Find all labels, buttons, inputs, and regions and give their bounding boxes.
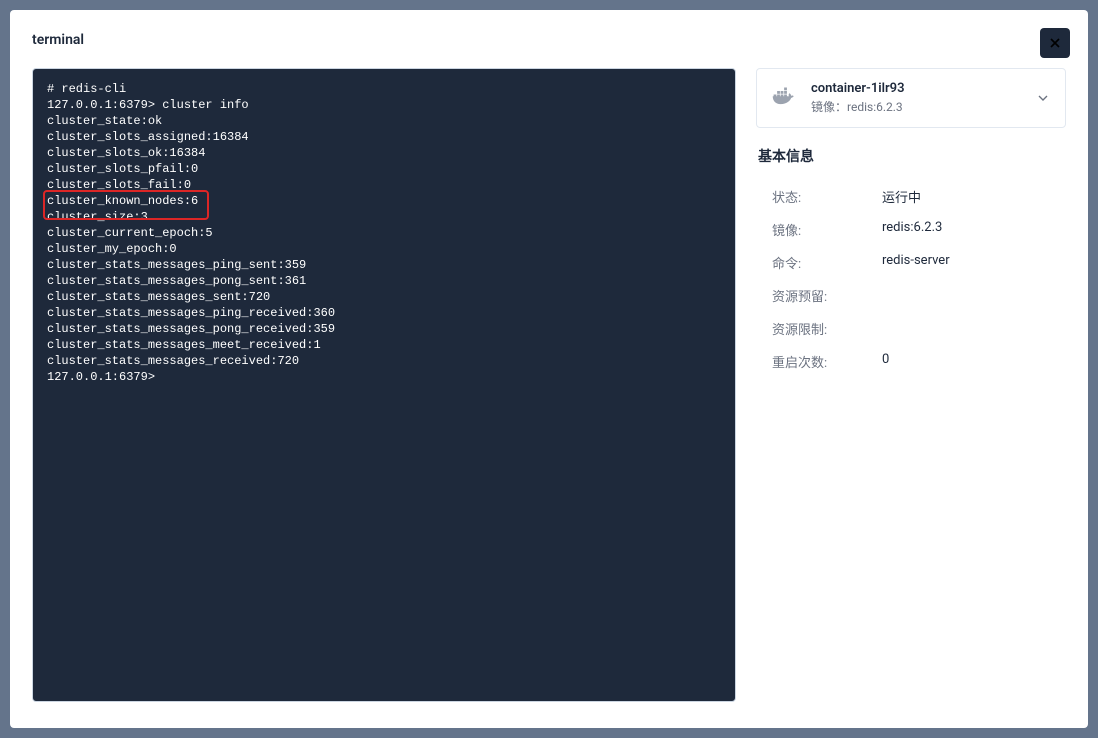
info-value bbox=[882, 286, 1062, 305]
close-icon bbox=[1047, 35, 1063, 51]
container-name: container-1ilr93 bbox=[811, 81, 1023, 96]
terminal-modal: terminal # redis-cli127.0.0.1:6379> clus… bbox=[10, 10, 1088, 728]
terminal-output[interactable]: # redis-cli127.0.0.1:6379> cluster infoc… bbox=[32, 68, 736, 702]
info-label: 命令: bbox=[772, 253, 882, 272]
info-row: 状态:运行中 bbox=[756, 180, 1066, 213]
info-row: 资源限制: bbox=[756, 312, 1066, 345]
info-section-title: 基本信息 bbox=[756, 146, 1066, 166]
terminal-line: cluster_slots_ok:16384 bbox=[47, 145, 721, 161]
info-row: 重启次数:0 bbox=[756, 345, 1066, 378]
container-card[interactable]: container-1ilr93 镜像：redis:6.2.3 bbox=[756, 68, 1066, 128]
terminal-line: cluster_stats_messages_ping_received:360 bbox=[47, 305, 721, 321]
terminal-line: 127.0.0.1:6379> bbox=[47, 369, 721, 385]
container-info: container-1ilr93 镜像：redis:6.2.3 bbox=[811, 81, 1023, 115]
terminal-line: cluster_stats_messages_meet_received:1 bbox=[47, 337, 721, 353]
info-label: 重启次数: bbox=[772, 352, 882, 371]
info-row: 资源预留: bbox=[756, 279, 1066, 312]
terminal-line: cluster_stats_messages_pong_received:359 bbox=[47, 321, 721, 337]
terminal-line: cluster_slots_pfail:0 bbox=[47, 161, 721, 177]
terminal-line: cluster_known_nodes:6 bbox=[47, 193, 721, 209]
terminal-line: cluster_stats_messages_received:720 bbox=[47, 353, 721, 369]
terminal-line: cluster_stats_messages_ping_sent:359 bbox=[47, 257, 721, 273]
docker-icon bbox=[771, 86, 799, 110]
modal-title: terminal bbox=[32, 32, 1066, 48]
info-value: 0 bbox=[882, 352, 1062, 371]
info-row: 命令:redis-server bbox=[756, 246, 1066, 279]
close-button[interactable] bbox=[1040, 28, 1070, 58]
terminal-line: cluster_slots_assigned:16384 bbox=[47, 129, 721, 145]
info-value bbox=[882, 319, 1062, 338]
info-label: 资源预留: bbox=[772, 286, 882, 305]
info-row: 镜像:redis:6.2.3 bbox=[756, 213, 1066, 246]
modal-content: # redis-cli127.0.0.1:6379> cluster infoc… bbox=[32, 68, 1066, 702]
terminal-line: # redis-cli bbox=[47, 81, 721, 97]
terminal-line: cluster_state:ok bbox=[47, 113, 721, 129]
container-subtitle: 镜像：redis:6.2.3 bbox=[811, 98, 1023, 115]
container-sub-value: redis:6.2.3 bbox=[847, 100, 903, 114]
terminal-line: cluster_slots_fail:0 bbox=[47, 177, 721, 193]
terminal-line: cluster_my_epoch:0 bbox=[47, 241, 721, 257]
terminal-line: cluster_size:3 bbox=[47, 209, 721, 225]
info-value: redis:6.2.3 bbox=[882, 220, 1062, 239]
info-rows: 状态:运行中镜像:redis:6.2.3命令:redis-server资源预留:… bbox=[756, 180, 1066, 378]
info-value: redis-server bbox=[882, 253, 1062, 272]
info-label: 资源限制: bbox=[772, 319, 882, 338]
side-panel: container-1ilr93 镜像：redis:6.2.3 基本信息 状态:… bbox=[756, 68, 1066, 702]
terminal-line: 127.0.0.1:6379> cluster info bbox=[47, 97, 721, 113]
info-label: 镜像: bbox=[772, 220, 882, 239]
container-sub-prefix: 镜像： bbox=[811, 100, 847, 114]
terminal-line: cluster_stats_messages_pong_sent:361 bbox=[47, 273, 721, 289]
info-value: 运行中 bbox=[882, 187, 1062, 206]
terminal-line: cluster_current_epoch:5 bbox=[47, 225, 721, 241]
info-label: 状态: bbox=[772, 187, 882, 206]
terminal-line: cluster_stats_messages_sent:720 bbox=[47, 289, 721, 305]
chevron-down-icon bbox=[1035, 90, 1051, 106]
